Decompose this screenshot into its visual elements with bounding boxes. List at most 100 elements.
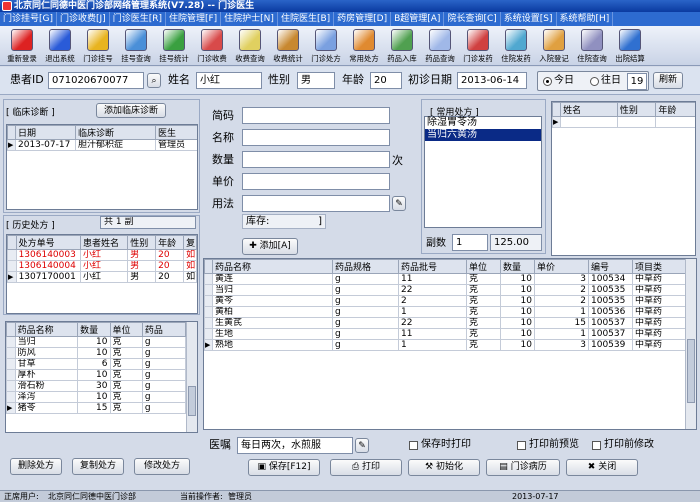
usage-picker-button[interactable]: ✎: [392, 196, 406, 211]
menu-item[interactable]: 门诊医生[R]: [110, 12, 166, 26]
history-detail-scrollbar[interactable]: [186, 322, 197, 432]
column-header[interactable]: 患者姓名: [79, 235, 129, 250]
table-row[interactable]: 1306140004 小红男 20 如: [7, 260, 197, 272]
toolbar-button[interactable]: 门诊收费: [193, 26, 231, 66]
column-header[interactable]: 编号: [588, 259, 633, 274]
toolbar-button[interactable]: 入院登记: [535, 26, 573, 66]
toolbar-button[interactable]: 出院结算: [611, 26, 649, 66]
modify-prescription-button[interactable]: 修改处方: [134, 458, 190, 475]
toolbar-button[interactable]: 收费统计: [269, 26, 307, 66]
table-row[interactable]: ▶ 熟地 g 1 克 10 3 100539 中草药: [204, 339, 689, 351]
initialize-button[interactable]: ⚒ 初始化: [408, 459, 480, 476]
print-preview-checkbox[interactable]: [517, 441, 526, 450]
qty-input[interactable]: [242, 151, 390, 168]
column-header[interactable]: 复: [183, 235, 197, 250]
menu-item[interactable]: B超管理[A]: [391, 12, 445, 26]
patient-id-input[interactable]: 071020670077: [48, 72, 144, 89]
menu-item[interactable]: 门诊收费[J]: [57, 12, 110, 26]
table-row[interactable]: 甘草 6 克 g: [6, 358, 187, 370]
toolbar-button[interactable]: 重新登录: [3, 26, 41, 66]
table-row[interactable]: 当归 g 22 克 10 2 100535 中草药: [204, 284, 689, 296]
common-prescription-item-selected[interactable]: 当归六黄汤: [425, 129, 541, 141]
table-row[interactable]: 防风 10 克 g: [6, 347, 187, 359]
menu-item[interactable]: 系统帮助[H]: [557, 12, 614, 26]
print-button[interactable]: ⎙ 打印: [330, 459, 402, 476]
table-row[interactable]: 滑石粉 30 克 g: [6, 380, 187, 392]
toolbar-button[interactable]: 药品入库: [383, 26, 421, 66]
table-row[interactable]: 黄柏 g 1 克 10 1 100536 中草药: [204, 306, 689, 318]
menu-item[interactable]: 住院护士[N]: [221, 12, 278, 26]
column-header[interactable]: 药品名称: [212, 259, 333, 274]
table-row[interactable]: ▶ 2013-07-17 胆汁郁积症 管理员: [7, 139, 197, 151]
first-visit-date-input[interactable]: 2013-06-14: [457, 72, 527, 89]
table-row[interactable]: 1306140003 小红男 20 如: [7, 249, 197, 261]
column-header[interactable]: 性别: [616, 102, 657, 117]
column-header[interactable]: 临床诊断: [75, 125, 156, 140]
table-row[interactable]: 泽泻 10 克 g: [6, 391, 187, 403]
medical-record-button[interactable]: ▤ 门诊病历: [486, 459, 560, 476]
column-header[interactable]: 性别: [127, 235, 157, 250]
past-radio[interactable]: [590, 77, 599, 86]
toolbar-button[interactable]: 退出系统: [41, 26, 79, 66]
column-header[interactable]: 药品批号: [398, 259, 467, 274]
close-button[interactable]: ✖ 关闭: [566, 459, 638, 476]
usage-input[interactable]: [242, 195, 390, 212]
toolbar-button[interactable]: 常用处方: [345, 26, 383, 66]
common-prescription-item[interactable]: 除湿胃苓汤: [425, 117, 541, 129]
toolbar-button[interactable]: 住院查询: [573, 26, 611, 66]
toolbar-button[interactable]: 门诊发药: [459, 26, 497, 66]
toolbar-button[interactable]: 门诊挂号: [79, 26, 117, 66]
column-header[interactable]: 年龄: [155, 235, 185, 250]
table-row[interactable]: ▶ 猪苓 15 克 g: [6, 402, 187, 414]
toolbar-button[interactable]: 门诊处方: [307, 26, 345, 66]
table-row[interactable]: 生地 g 11 克 10 1 100537 中草药: [204, 328, 689, 340]
menu-item[interactable]: 药房管理[D]: [334, 12, 392, 26]
instructions-input[interactable]: 每日两次，水煎服: [237, 437, 353, 454]
modify-before-print-checkbox[interactable]: [592, 441, 601, 450]
refresh-button[interactable]: 刷新: [653, 72, 683, 89]
prescription-scrollbar[interactable]: [685, 259, 696, 429]
day-count-input[interactable]: 19: [627, 73, 647, 90]
column-header[interactable]: 项目类: [632, 259, 689, 274]
today-radio[interactable]: [543, 77, 552, 86]
column-header[interactable]: 日期: [15, 125, 76, 140]
patient-name-input[interactable]: 小红: [196, 72, 262, 89]
code-input[interactable]: [242, 107, 390, 124]
toolbar-button[interactable]: 挂号查询: [117, 26, 155, 66]
age-input[interactable]: 20: [370, 72, 402, 89]
table-row[interactable]: 黄连 g 11 克 10 3 100534 中草药: [204, 273, 689, 285]
table-row[interactable]: 黄芩 g 2 克 10 2 100535 中草药: [204, 295, 689, 307]
column-header[interactable]: 药品名称: [14, 322, 79, 337]
toolbar-button[interactable]: 住院发药: [497, 26, 535, 66]
add-diagnosis-button[interactable]: 添加临床诊断: [96, 103, 166, 118]
menu-item[interactable]: 住院医生[B]: [278, 12, 335, 26]
column-header[interactable]: 数量: [500, 259, 535, 274]
menu-item[interactable]: 住院管理[F]: [166, 12, 222, 26]
print-on-save-checkbox[interactable]: [409, 441, 418, 450]
column-header[interactable]: 年龄: [655, 102, 695, 117]
add-drug-button[interactable]: ✚ 添加[A]: [242, 238, 298, 255]
save-button[interactable]: ▣ 保存[F12]: [248, 459, 320, 476]
menu-item[interactable]: 院长查询[C]: [444, 12, 501, 26]
column-header[interactable]: 药品: [141, 322, 187, 337]
column-header[interactable]: 单位: [466, 259, 501, 274]
toolbar-button[interactable]: 收费查询: [231, 26, 269, 66]
gender-input[interactable]: 男: [297, 72, 335, 89]
table-row[interactable]: ▶: [552, 116, 695, 128]
menu-item[interactable]: 门诊挂号[G]: [0, 12, 57, 26]
table-row[interactable]: ▶ 1307170001 小红男 20 如: [7, 271, 197, 283]
column-header[interactable]: 数量: [77, 322, 111, 337]
doses-input[interactable]: 1: [452, 234, 488, 251]
column-header[interactable]: 药品规格: [332, 259, 399, 274]
toolbar-button[interactable]: 挂号统计: [155, 26, 193, 66]
column-header[interactable]: 医生: [155, 125, 197, 140]
instructions-picker-button[interactable]: ✎: [355, 438, 369, 453]
copy-prescription-button[interactable]: 复制处方: [72, 458, 124, 475]
toolbar-button[interactable]: 药品查询: [421, 26, 459, 66]
column-header[interactable]: 姓名: [560, 102, 618, 117]
table-row[interactable]: 生黄芪 g 22 克 10 15 100537 中草药: [204, 317, 689, 329]
name-input[interactable]: [242, 129, 390, 146]
delete-prescription-button[interactable]: 删除处方: [10, 458, 62, 475]
menu-item[interactable]: 系统设置[S]: [501, 12, 557, 26]
column-header[interactable]: 单价: [534, 259, 589, 274]
